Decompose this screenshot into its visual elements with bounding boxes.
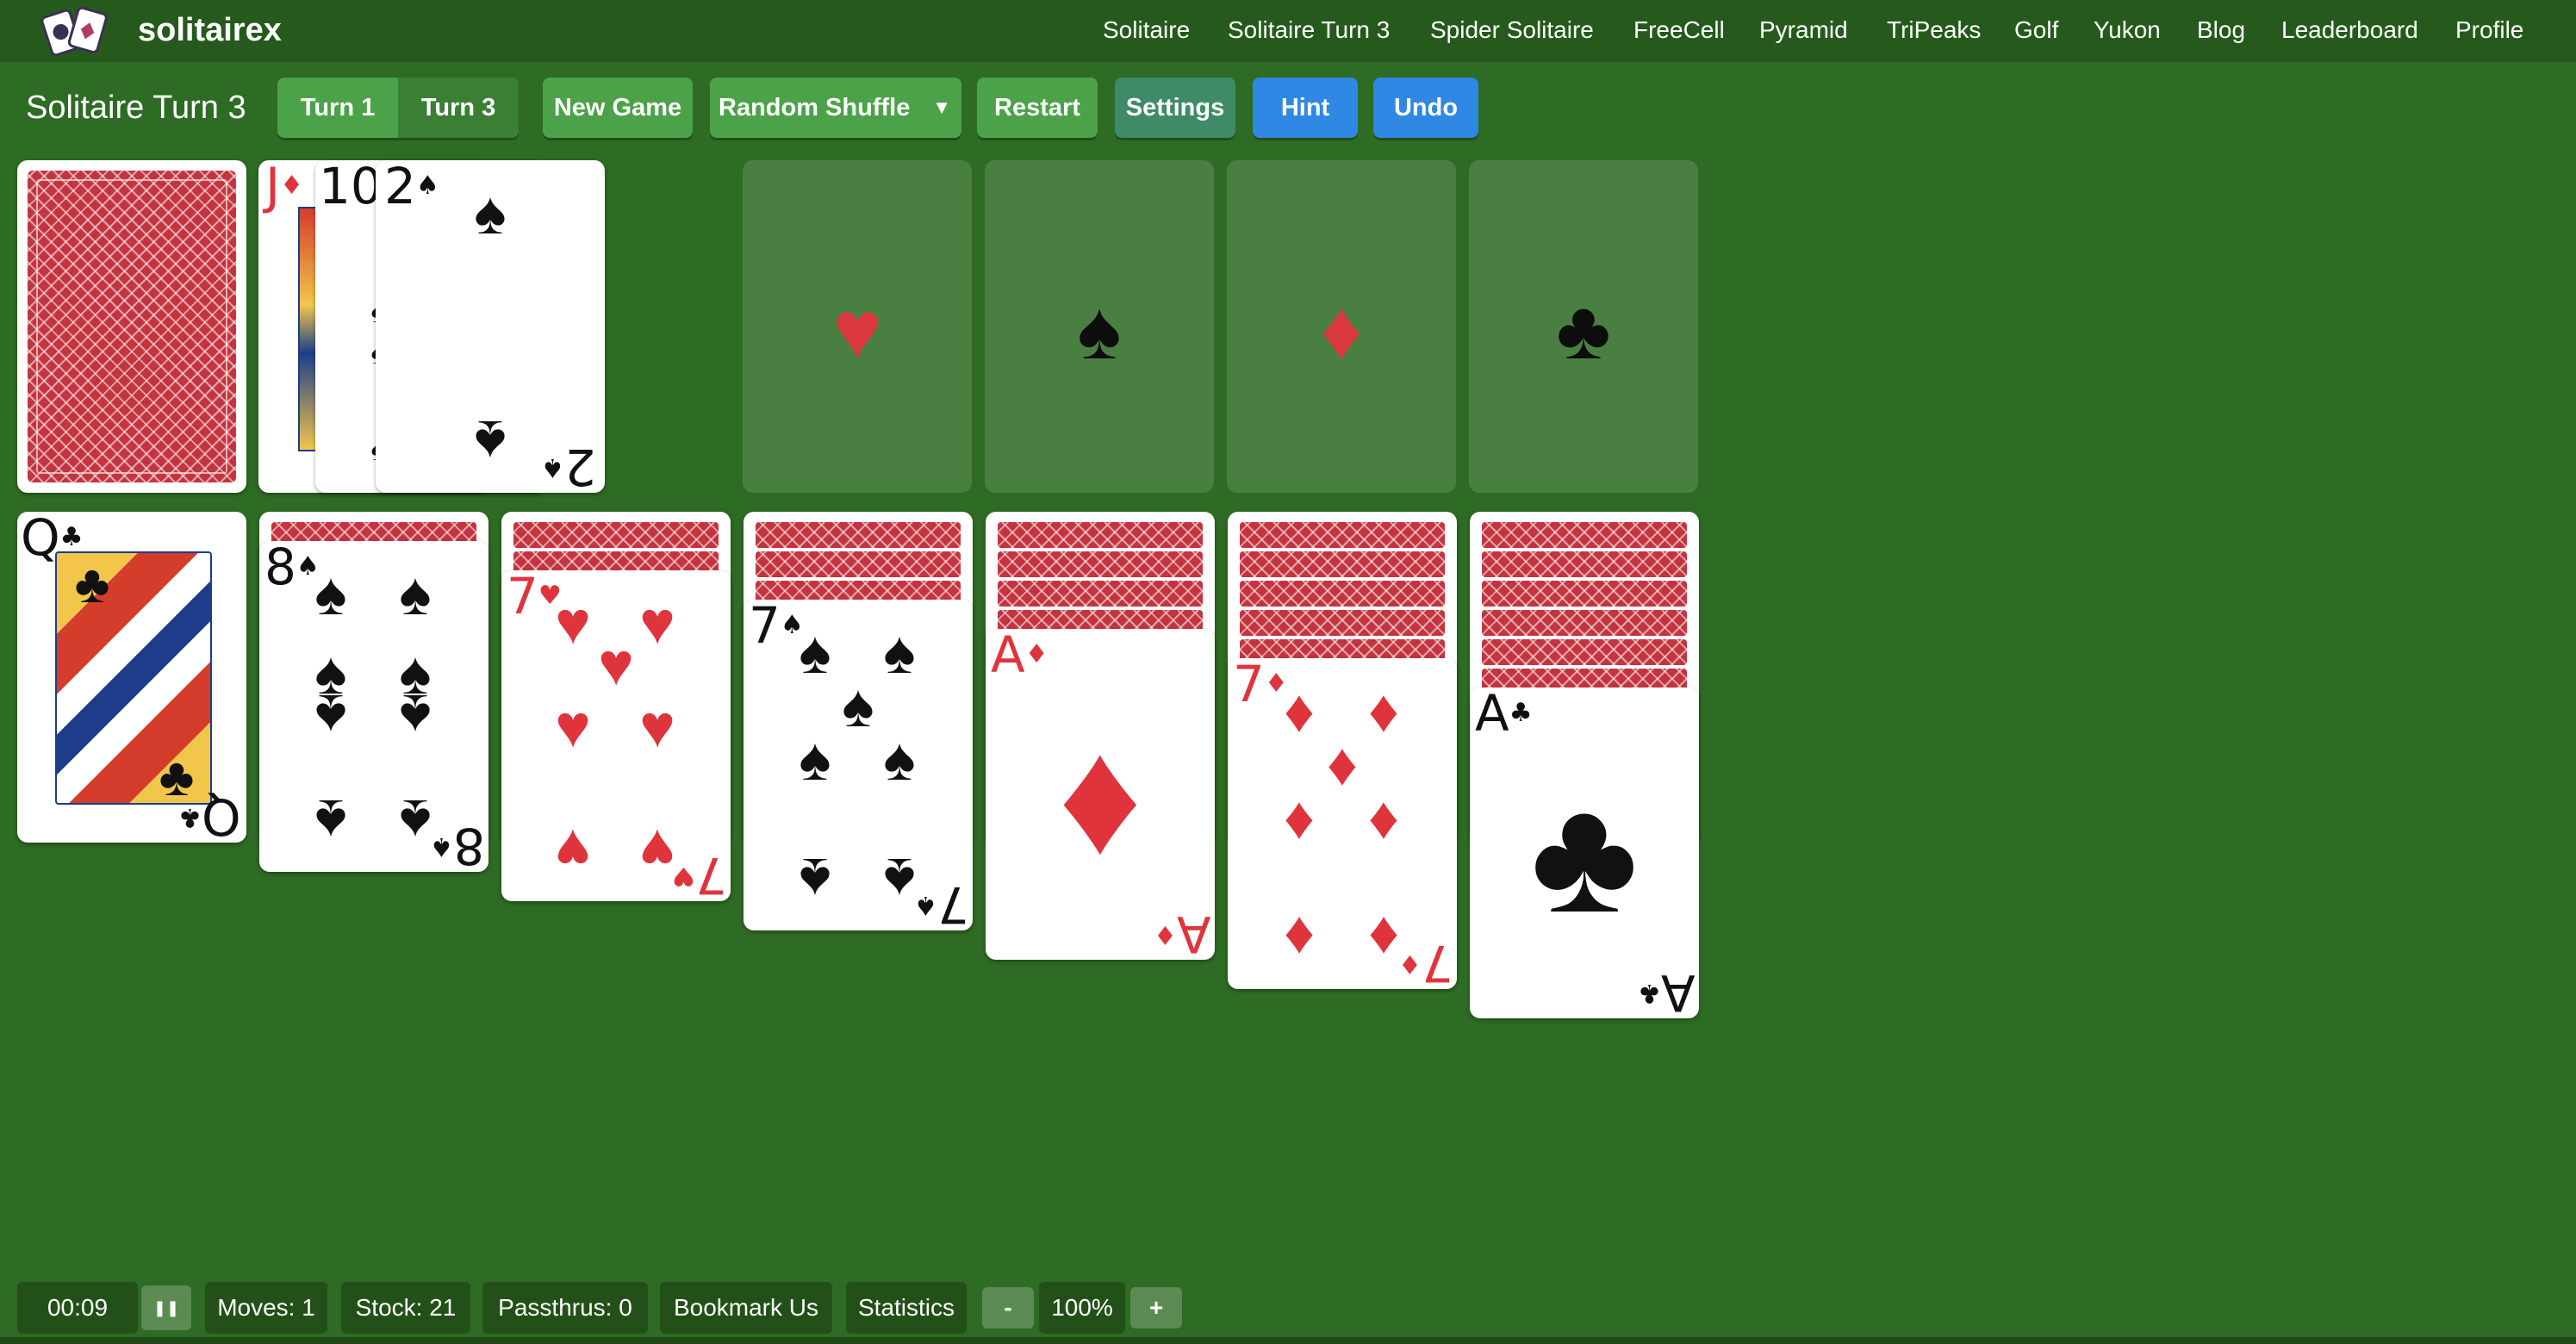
- card-rank: 2♠: [384, 157, 439, 215]
- tableau-card-eight-spades[interactable]: 8♠ ♠ ♠ ♠ ♠ ♠ ♠ ♠ ♠ 8♠: [259, 541, 488, 875]
- statistics-button[interactable]: Statistics: [846, 1282, 967, 1334]
- diamond-icon: ♦: [1058, 706, 1142, 888]
- cards-logo-icon[interactable]: [38, 5, 112, 57]
- card-back-pattern: [28, 171, 236, 482]
- foundation-clubs[interactable]: ♣: [1469, 160, 1698, 493]
- spade-icon: ♠: [799, 846, 831, 913]
- spade-icon: ♠: [1077, 284, 1122, 376]
- spade-icon: ♠: [314, 560, 347, 627]
- spade-icon: ♠: [474, 179, 507, 246]
- diamond-icon: ♦: [1284, 905, 1315, 972]
- foundation-hearts[interactable]: ♥: [743, 160, 972, 493]
- club-icon: ♣: [1530, 764, 1639, 947]
- spade-icon: ♠: [842, 672, 874, 739]
- nav-link-spider-solitaire[interactable]: Spider Solitaire: [1430, 14, 1594, 47]
- tableau-card-ace-diamonds[interactable]: A♦ ♦ A♦: [986, 625, 1215, 963]
- card-rank-bottom: 7♦: [1398, 934, 1453, 992]
- spade-icon: ♠: [883, 619, 916, 686]
- diamond-icon: ♦: [1284, 784, 1315, 851]
- hint-button[interactable]: Hint: [1253, 78, 1358, 138]
- diamond-icon: ♦: [1320, 284, 1363, 376]
- tableau-card-seven-diamonds[interactable]: 7♦ ♦ ♦ ♦ ♦ ♦ ♦ ♦ 7♦: [1228, 658, 1457, 992]
- random-shuffle-label: Random Shuffle: [719, 93, 911, 121]
- diamond-icon: ♦: [1284, 677, 1315, 744]
- top-navigation-bar: solitairex Solitaire Solitaire Turn 3 Sp…: [0, 0, 2576, 62]
- spade-icon: ♠: [399, 560, 432, 627]
- spade-icon: ♠: [799, 725, 831, 793]
- zoom-out-button[interactable]: -: [982, 1287, 1034, 1328]
- stock-pile[interactable]: [17, 160, 246, 493]
- nav-link-solitaire[interactable]: Solitaire: [1103, 14, 1190, 47]
- settings-button[interactable]: Settings: [1115, 78, 1235, 138]
- card-rank-bottom: 7♥: [672, 846, 727, 905]
- tableau-card-seven-spades[interactable]: 7♠ ♠ ♠ ♠ ♠ ♠ ♠ ♠ 7♠: [744, 600, 973, 934]
- nav-link-blog[interactable]: Blog: [2197, 14, 2245, 47]
- bottom-edge: [0, 1337, 2576, 1344]
- queen-face-art: ♣ ♣: [55, 551, 212, 805]
- turn-3-option[interactable]: Turn 3: [398, 78, 519, 138]
- zoom-level: 100%: [1039, 1282, 1125, 1334]
- stock-counter: Stock: 21: [341, 1282, 470, 1334]
- turn-1-option[interactable]: Turn 1: [277, 78, 398, 138]
- card-rank-bottom: A♦: [1154, 905, 1211, 963]
- spade-icon: ♠: [883, 725, 916, 793]
- bookmark-us-button[interactable]: Bookmark Us: [660, 1282, 832, 1334]
- heart-icon: ♥: [832, 284, 882, 376]
- diamond-icon: ♦: [1368, 677, 1399, 744]
- card-rank-bottom: 7♠: [914, 875, 969, 934]
- nav-link-profile[interactable]: Profile: [2455, 14, 2523, 47]
- nav-link-pyramid[interactable]: Pyramid: [1759, 14, 1848, 47]
- moves-counter: Moves: 1: [205, 1282, 327, 1334]
- page-title: Solitaire Turn 3: [26, 90, 246, 126]
- tableau-card-queen-clubs[interactable]: Q♣ ♣ ♣ Q♣: [17, 512, 246, 846]
- foundation-diamonds[interactable]: ♦: [1227, 160, 1456, 493]
- card-rank-bottom: 2♠: [541, 438, 596, 496]
- random-shuffle-button[interactable]: Random Shuffle ▼: [710, 78, 961, 138]
- brand-name[interactable]: solitairex: [138, 10, 282, 50]
- spade-icon: ♠: [314, 787, 347, 855]
- heart-icon: ♥: [555, 693, 591, 760]
- nav-link-leaderboard[interactable]: Leaderboard: [2281, 14, 2418, 47]
- club-icon: ♣: [1556, 284, 1611, 376]
- spade-icon: ♠: [314, 682, 347, 750]
- nav-link-tripeaks[interactable]: TriPeaks: [1887, 14, 1981, 47]
- timer: 00:09: [17, 1282, 138, 1334]
- heart-icon: ♥: [555, 817, 591, 884]
- card-rank: A♣: [1475, 684, 1533, 743]
- turn-mode-toggle: Turn 1 Turn 3: [277, 78, 519, 138]
- card-rank-bottom: Q♣: [178, 787, 241, 846]
- new-game-button[interactable]: New Game: [543, 78, 693, 138]
- club-icon: ♣: [74, 555, 110, 614]
- tableau-card-ace-clubs[interactable]: A♣ ♣ A♣: [1470, 684, 1699, 1022]
- spade-icon: ♠: [799, 619, 831, 686]
- chevron-down-icon: ▼: [932, 96, 951, 118]
- card-rank-bottom: A♣: [1638, 963, 1696, 1022]
- nav-link-freecell[interactable]: FreeCell: [1633, 14, 1725, 47]
- undo-button[interactable]: Undo: [1373, 78, 1478, 138]
- restart-button[interactable]: Restart: [977, 78, 1098, 138]
- card-rank: J♦: [265, 157, 304, 215]
- waste-card-two-spades[interactable]: 2♠ ♠ ♠ 2♠: [376, 157, 605, 496]
- heart-icon: ♥: [598, 631, 634, 698]
- spade-icon: ♠: [474, 408, 507, 476]
- nav-link-golf[interactable]: Golf: [2014, 14, 2058, 47]
- diamond-icon: ♦: [1368, 784, 1399, 851]
- passthrus-counter: Passthrus: 0: [482, 1282, 648, 1334]
- nav-link-yukon[interactable]: Yukon: [2094, 14, 2161, 47]
- diamond-icon: ♦: [1327, 731, 1358, 798]
- pause-icon[interactable]: ❚❚: [141, 1285, 191, 1330]
- card-rank: A♦: [991, 625, 1048, 684]
- foundation-spades[interactable]: ♠: [985, 160, 1214, 493]
- nav-link-solitaire-turn-3[interactable]: Solitaire Turn 3: [1228, 14, 1390, 47]
- spade-icon: ♠: [399, 682, 432, 750]
- tableau-card-seven-hearts[interactable]: 7♥ ♥ ♥ ♥ ♥ ♥ ♥ ♥ 7♥: [501, 570, 731, 905]
- card-rank-bottom: 8♠: [430, 817, 485, 875]
- zoom-in-button[interactable]: +: [1130, 1287, 1182, 1328]
- heart-icon: ♥: [639, 693, 675, 760]
